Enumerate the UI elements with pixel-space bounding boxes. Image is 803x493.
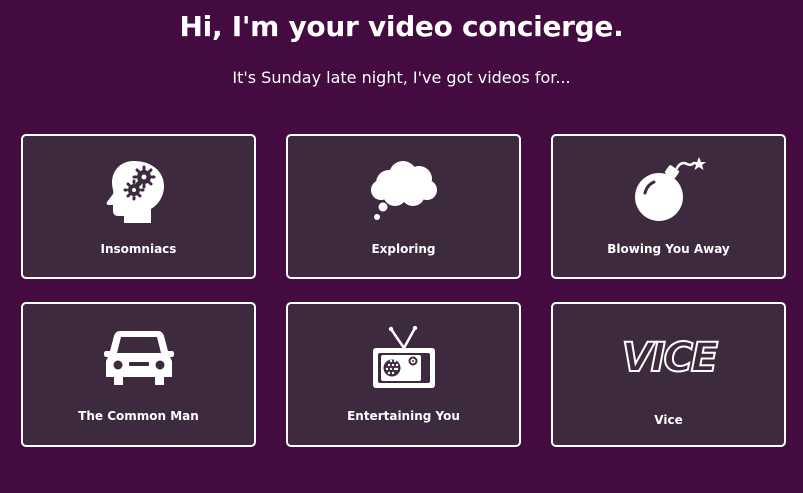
tile-label: Exploring [371, 242, 436, 256]
tile-exploring[interactable]: Exploring [286, 134, 521, 279]
tile-the-common-man[interactable]: The Common Man [21, 302, 256, 447]
page-title: Hi, I'm your video concierge. [179, 10, 624, 43]
tile-label: Vice [654, 413, 683, 427]
tile-blowing-you-away[interactable]: Blowing You Away [551, 134, 786, 279]
page-subtitle: It's Sunday late night, I've got videos … [232, 68, 571, 87]
tile-label: Entertaining You [347, 409, 460, 423]
tile-label: Insomniacs [100, 242, 177, 256]
bomb-icon [553, 154, 784, 226]
thought-bubble-icon [288, 154, 519, 226]
vice-logo-text: VICE [621, 335, 717, 381]
tile-insomniacs[interactable]: Insomniacs [21, 134, 256, 279]
head-gears-icon [23, 154, 254, 226]
concierge-page: Hi, I'm your video concierge. It's Sunda… [0, 0, 803, 493]
tile-entertaining-you[interactable]: Entertaining You [286, 302, 521, 447]
car-icon [23, 322, 254, 394]
tile-vice[interactable]: VICE Vice [551, 302, 786, 447]
tv-icon [288, 322, 519, 394]
tile-label: Blowing You Away [607, 242, 730, 256]
tile-label: The Common Man [78, 409, 199, 423]
vice-logo: VICE [553, 322, 784, 394]
